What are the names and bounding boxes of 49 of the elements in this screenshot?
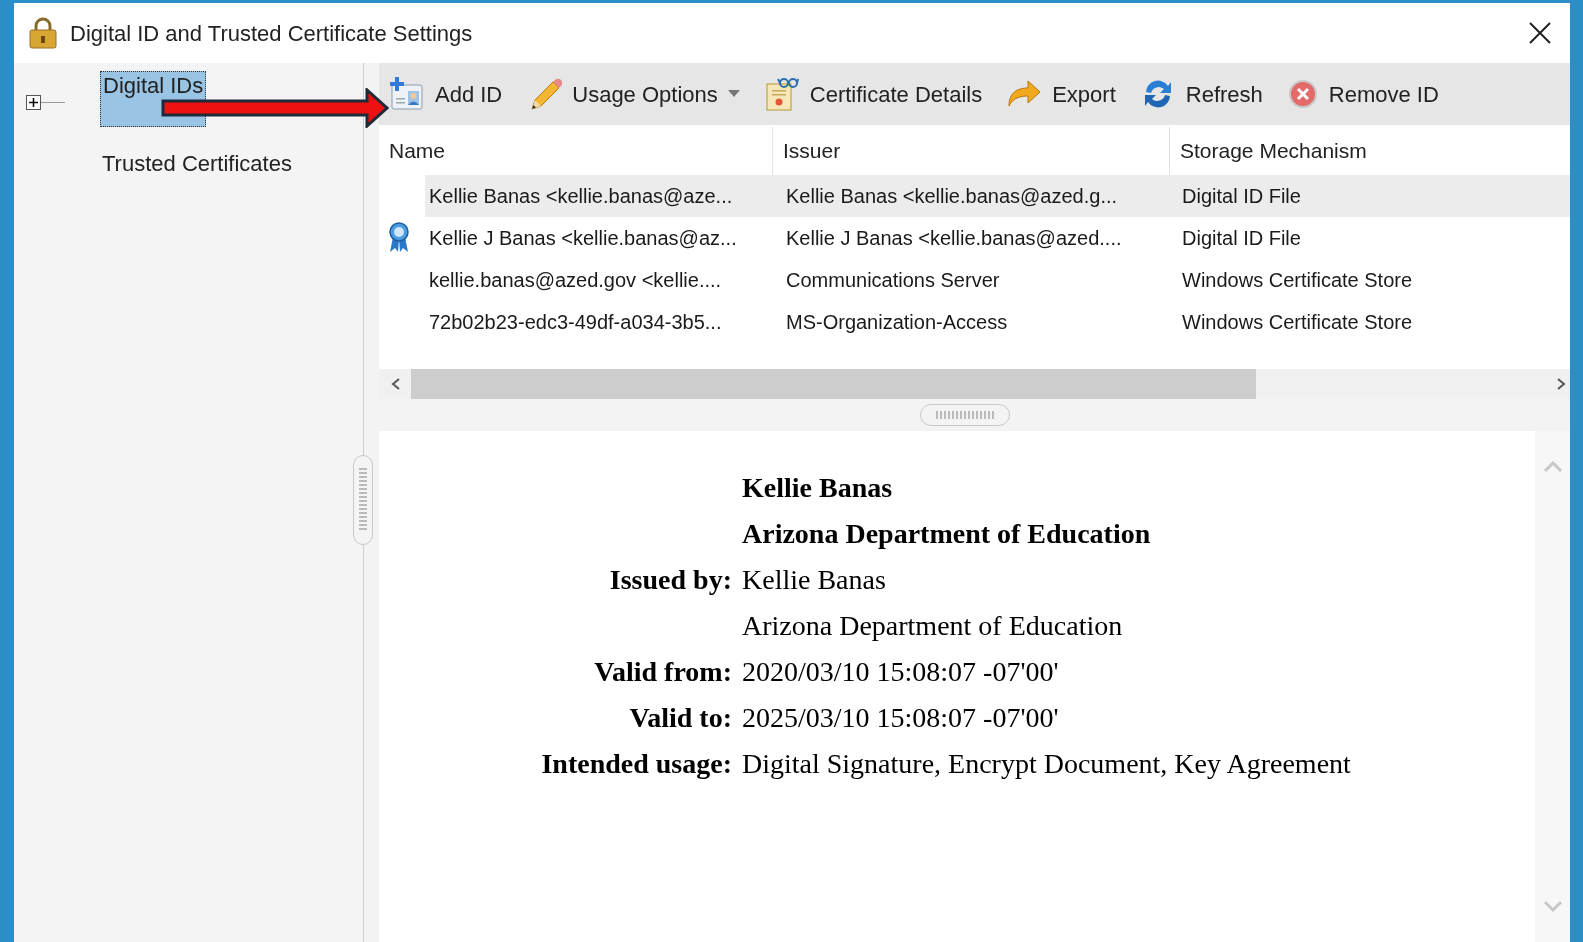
table-row[interactable]: Kellie Banas <kellie.banas@aze... Kellie Banas <kellie.banas@azed.g... Digital ID File [425,175,1570,217]
scrollbar-thumb[interactable] [411,369,1256,399]
table-row[interactable]: Kellie J Banas <kellie.banas@az... Kellie J Banas <kellie.banas@azed.... Digital ID File [425,217,1570,259]
table-cell-text: Windows Certificate Store [1181,268,1414,293]
detail-value: Kellie Banas [742,563,887,597]
detail-value: Arizona Department of Education [742,517,1152,551]
table-cell-text: 72b02b23-edc3-49df-a034-3b5... [428,310,723,335]
scroll-down-icon[interactable] [1542,900,1563,912]
certificate-icon [763,76,800,112]
window-title: Digital ID and Trusted Certificate Settings [70,19,474,48]
close-icon [1528,21,1552,45]
vertical-scrollbar[interactable] [1535,431,1570,942]
detail-label: Valid from: [594,656,732,687]
table-cell-text: Kellie Banas <kellie.banas@aze... [428,184,734,209]
table-cell-text: Digital ID File [1181,226,1302,251]
detail-label: Valid to: [629,702,732,733]
expand-toggle[interactable] [26,94,41,110]
toolbar-button[interactable]: Certificate Details [763,76,983,112]
detail-label: Intended usage: [541,748,732,779]
table-row[interactable]: kellie.banas@azed.gov <kellie.... Communications Server Windows Certificate Store [425,259,1570,301]
detail-value: Kellie Banas [742,471,894,505]
table-cell-text: kellie.banas@azed.gov <kellie.... [428,268,723,293]
detail-value: 2020/03/10 15:08:07 -07'00' [742,655,1060,689]
toolbar-button[interactable]: Refresh [1139,76,1263,112]
id-card-plus-icon [389,76,425,112]
table-row[interactable]: 72b02b23-edc3-49df-a034-3b5... MS-Organization-Access Windows Certificate Store [425,301,1570,343]
tree-item[interactable]: Trusted Certificates [100,152,294,176]
detail-value: Arizona Department of Education [742,609,1124,643]
table-cell-text: Windows Certificate Store [1181,310,1414,335]
table-cell-text: Kellie Banas <kellie.banas@azed.g... [785,184,1119,209]
ribbon-icon [387,221,411,253]
splitter-handle[interactable] [353,455,373,545]
table-cell-text: Digital ID File [1181,184,1302,209]
table-cell-text: Kellie J Banas <kellie.banas@az... [428,226,738,251]
table-cell-text: MS-Organization-Access [785,310,1009,335]
detail-value: Digital Signature, Encrypt Document, Key Agreement [742,747,1352,781]
close-circle-icon [1286,78,1319,110]
padlock-icon [28,17,58,49]
toolbar-button[interactable]: Remove ID [1286,77,1439,111]
table-cell-text: Kellie J Banas <kellie.banas@azed.... [785,226,1123,251]
column-header[interactable]: Storage Mechanism [1170,127,1570,175]
table-cell-text: Communications Server [785,268,1001,293]
caret-icon [727,90,740,98]
scroll-up-icon[interactable] [1542,461,1563,473]
toolbar-button[interactable]: Add ID [389,76,503,112]
toolbar-button[interactable]: Export [1006,76,1116,112]
detail-label: Issued by: [609,564,732,595]
toolbar-button[interactable]: Usage Options [526,76,740,112]
detail-value: 2025/03/10 15:08:07 -07'00' [742,701,1060,735]
